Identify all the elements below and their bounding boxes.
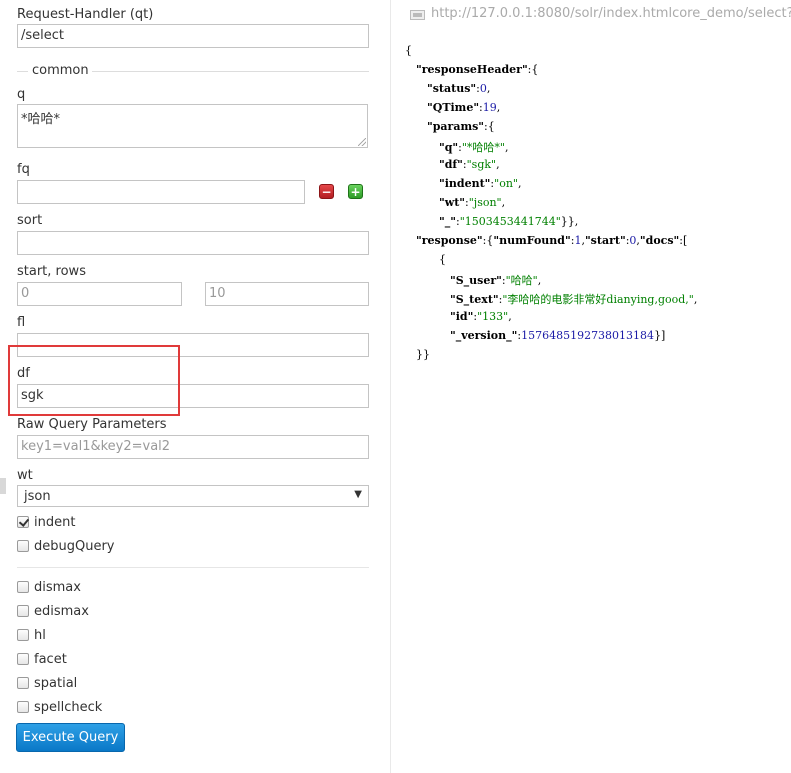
sort-label: sort [17, 213, 43, 228]
minus-icon: − [321, 185, 332, 199]
collapse-handle[interactable] [0, 478, 6, 494]
request-url-link[interactable]: http://127.0.0.1:8080/solr/index.htmlcor… [431, 6, 791, 21]
json-line: "responseHeader":{ [416, 63, 539, 76]
fieldset-line-left [17, 71, 28, 72]
debug-query-label: debugQuery [34, 539, 115, 554]
facet-checkbox[interactable] [17, 653, 29, 665]
df-highlight-box [8, 345, 180, 416]
common-legend: common [32, 63, 89, 78]
edismax-checkbox[interactable] [17, 605, 29, 617]
spellcheck-checkbox[interactable] [17, 701, 29, 713]
spatial-label: spatial [34, 676, 78, 691]
indent-label: indent [34, 515, 76, 530]
json-line: "params":{ [427, 120, 495, 133]
query-form-panel: Request-Handler (qt) /select common q *哈… [0, 0, 390, 773]
remove-fq-button[interactable]: − [319, 184, 334, 199]
wt-select[interactable]: json ▼ [17, 485, 369, 507]
wt-label: wt [17, 468, 33, 483]
q-label: q [17, 87, 26, 102]
json-line: "_version_":1576485192738013184}] [450, 329, 666, 342]
json-line: "S_text":"李哈哈的电影非常好dianying,good,", [450, 293, 698, 306]
execute-query-button[interactable]: Execute Query [16, 723, 125, 752]
json-line: { [405, 44, 412, 57]
json-line: "indent":"on", [439, 177, 522, 190]
spatial-checkbox[interactable] [17, 677, 29, 689]
sort-input[interactable] [17, 231, 369, 255]
q-textarea[interactable]: *哈哈* [17, 104, 368, 148]
edismax-label: edismax [34, 604, 89, 619]
fq-input[interactable] [17, 180, 305, 204]
indent-checkbox[interactable] [17, 516, 29, 528]
request-handler-label: Request-Handler (qt) [17, 7, 154, 22]
json-line: "response":{"numFound":1,"start":0,"docs… [416, 234, 688, 247]
raw-params-label: Raw Query Parameters [17, 417, 167, 432]
dismax-label: dismax [34, 580, 81, 595]
request-handler-input[interactable]: /select [17, 24, 369, 48]
resize-grip-icon[interactable] [358, 138, 366, 146]
json-line: "QTime":19, [427, 101, 501, 114]
json-line: "q":"*哈哈*", [439, 141, 509, 154]
json-line: "wt":"json", [439, 196, 506, 209]
url-link-icon[interactable] [410, 10, 425, 20]
json-line: "df":"sgk", [439, 158, 500, 171]
add-fq-button[interactable]: + [348, 184, 363, 199]
dismax-checkbox[interactable] [17, 581, 29, 593]
wt-value: json [24, 489, 51, 504]
plus-icon: + [350, 185, 361, 199]
rows-input[interactable]: 10 [205, 282, 369, 306]
json-line: "S_user":"哈哈", [450, 274, 542, 287]
response-panel [390, 0, 791, 773]
raw-params-input[interactable]: key1=val1&key2=val2 [17, 435, 369, 459]
section-divider [17, 567, 369, 568]
json-line: "id":"133", [450, 310, 512, 323]
hl-checkbox[interactable] [17, 629, 29, 641]
facet-label: facet [34, 652, 67, 667]
fq-label: fq [17, 162, 30, 177]
json-line: { [439, 253, 446, 266]
dropdown-arrow-icon: ▼ [354, 489, 362, 500]
fieldset-line-right [92, 71, 369, 72]
json-line: "status":0, [427, 82, 491, 95]
start-input[interactable]: 0 [17, 282, 182, 306]
hl-label: hl [34, 628, 46, 643]
debug-query-checkbox[interactable] [17, 540, 29, 552]
start-rows-label: start, rows [17, 264, 86, 279]
spellcheck-label: spellcheck [34, 700, 103, 715]
fl-label: fl [17, 315, 26, 330]
json-line: }} [416, 348, 430, 361]
q-value: *哈哈* [21, 112, 61, 127]
json-line: "_":"1503453441744"}}, [439, 215, 579, 228]
